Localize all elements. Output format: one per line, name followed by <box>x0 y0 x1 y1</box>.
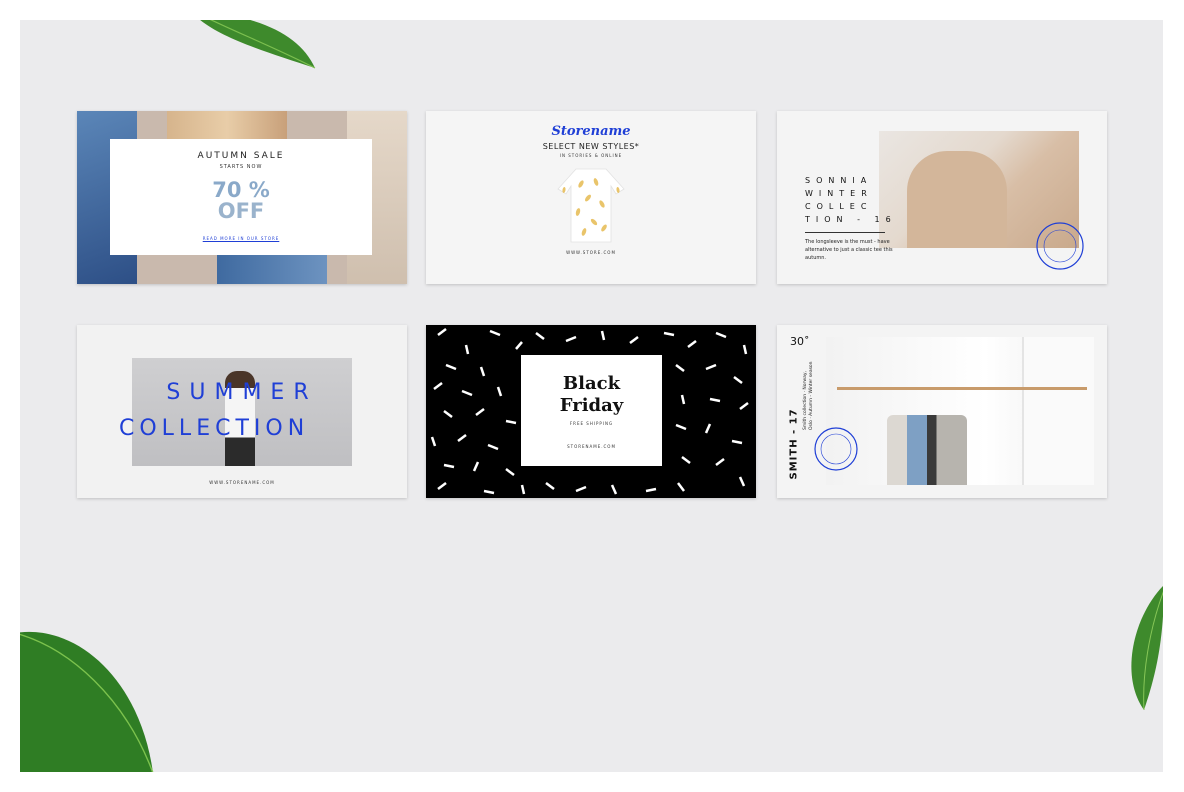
black-friday-url-link[interactable]: STORENAME.COM <box>521 444 662 449</box>
storename-post[interactable]: Storename SELECT NEW STYLES* IN STORIES … <box>426 111 756 284</box>
sonnia-title: SONNIA WINTER COLLEC TION - 16 <box>805 174 897 226</box>
storename-subline: IN STORIES & ONLINE <box>559 153 623 158</box>
autumn-sale-panel: AUTUMN SALE STARTS NOW 70 % OFF READ MOR… <box>110 139 372 255</box>
black-friday-line-2: Friday <box>559 395 624 416</box>
sonnia-title-line: COLLEC <box>805 202 873 211</box>
sonnia-title-line: WINTER <box>805 189 873 198</box>
sonnia-title-line: SONNIA <box>805 176 873 185</box>
denim-photo-bottom <box>217 251 327 284</box>
sonnia-title-line: TION - 16 <box>805 215 897 224</box>
mockup-backdrop: AUTUMN SALE STARTS NOW 70 % OFF READ MOR… <box>20 20 1163 772</box>
summer-line-2: COLLECTION <box>119 416 310 441</box>
black-friday-panel: Black Friday FREE SHIPPING STORENAME.COM <box>521 355 662 466</box>
autumn-subtitle: STARTS NOW <box>219 164 263 170</box>
storename-brand: Storename <box>551 124 631 139</box>
summer-line-1: SUMMER <box>166 380 318 405</box>
summer-collection-post[interactable]: SUMMER COLLECTION WWW.STORENAME.COM <box>77 325 407 498</box>
leaf-top-decoration <box>200 20 316 69</box>
leaf-right-decoration <box>1131 586 1163 711</box>
black-friday-line-1: Black <box>562 373 621 394</box>
sonnia-winter-post[interactable]: SONNIA WINTER COLLEC TION - 16 The longs… <box>777 111 1107 284</box>
smith-collection-post[interactable]: 30˚ SMITH - 17 Smith collection · Norway… <box>777 325 1107 498</box>
black-friday-subline: FREE SHIPPING <box>569 421 614 426</box>
coat-shape <box>907 151 1007 248</box>
smith-vertical-title: SMITH - 17 <box>788 408 800 480</box>
autumn-off: OFF <box>217 199 265 223</box>
autumn-discount: 70 % <box>212 178 270 202</box>
smith-temperature: 30˚ <box>790 335 810 348</box>
storename-url-link[interactable]: WWW.STORE.COM <box>426 250 756 255</box>
social-media-stamp-icon <box>814 427 858 471</box>
autumn-read-more-link[interactable]: READ MORE IN OUR STORE <box>110 236 372 241</box>
summer-url-link[interactable]: WWW.STORENAME.COM <box>77 480 407 485</box>
patterned-sweater-image <box>557 168 625 243</box>
hanging-clothes <box>887 415 967 485</box>
social-media-stamp-icon <box>1036 222 1084 270</box>
autumn-title: AUTUMN SALE <box>197 151 285 161</box>
black-friday-post[interactable]: Black Friday FREE SHIPPING STORENAME.COM <box>426 325 756 498</box>
leaf-bottom-left-decoration <box>20 631 154 772</box>
smith-vertical-info: Smith collection · Norway, Oslo · Autumn… <box>803 361 814 430</box>
window-frame <box>1022 337 1094 485</box>
rack-rod <box>837 387 1087 390</box>
sonnia-description: The longsleeve is the must - have altern… <box>805 239 893 261</box>
sonnia-divider <box>805 232 885 233</box>
autumn-sale-post[interactable]: AUTUMN SALE STARTS NOW 70 % OFF READ MOR… <box>77 111 407 284</box>
storename-headline: SELECT NEW STYLES* <box>542 142 640 151</box>
